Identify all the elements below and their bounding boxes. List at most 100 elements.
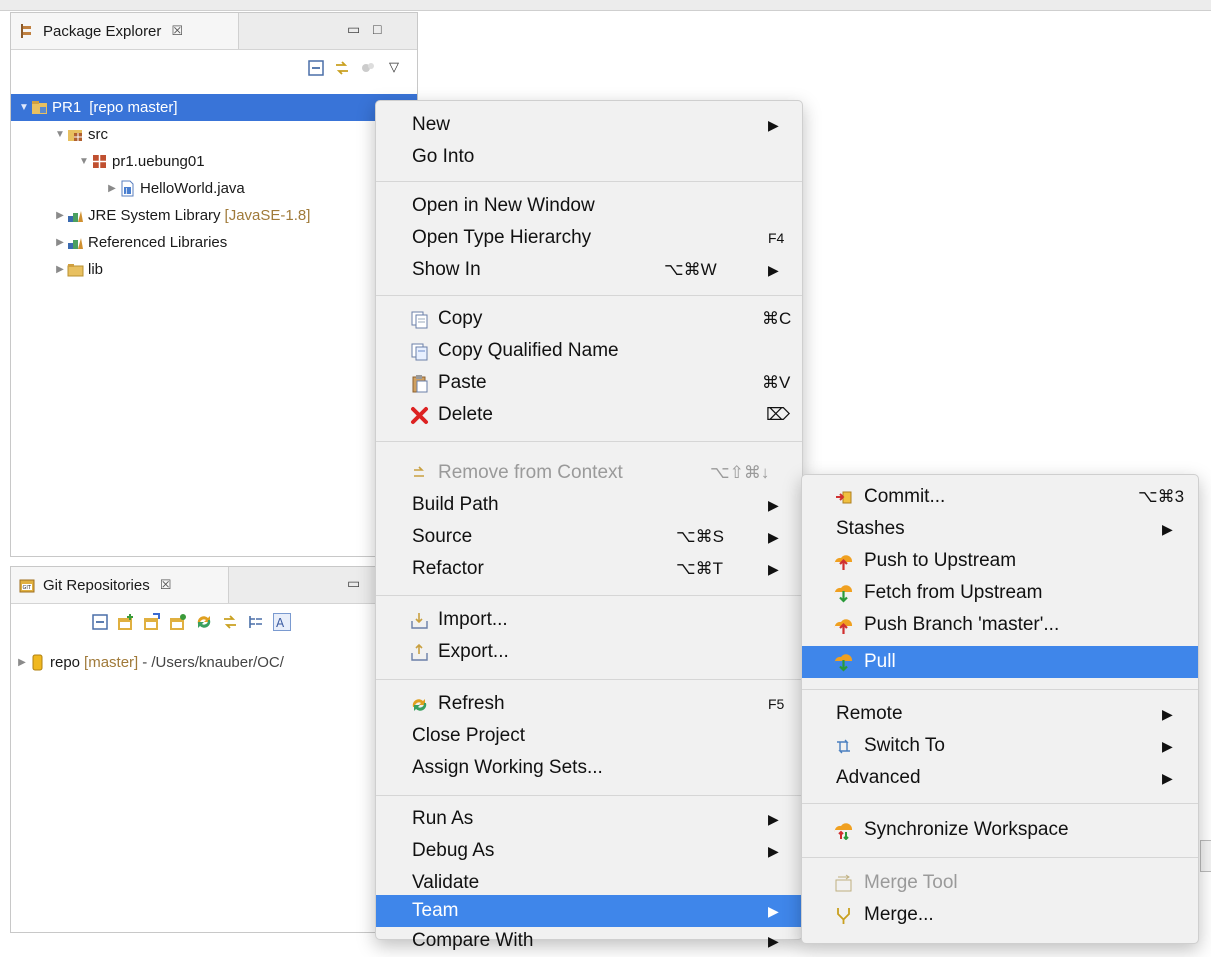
menu-separator — [376, 441, 802, 442]
clone-repository-icon[interactable] — [143, 613, 161, 631]
menu-item-refactor[interactable]: Refactor ⌥⌘T ▶ — [376, 553, 802, 585]
menu-item-merge-tool[interactable]: Merge Tool — [802, 867, 1198, 899]
tree-item-project[interactable]: ▼ PR1 [repo master] — [11, 94, 417, 121]
menu-item-debug-as[interactable]: Debug As ▶ — [376, 835, 802, 867]
menu-item-synchronize-workspace[interactable]: Synchronize Workspace — [802, 814, 1198, 846]
menu-item-pull[interactable]: Pull — [802, 646, 1198, 678]
menu-item-open-new-window[interactable]: Open in New Window — [376, 190, 802, 222]
collapsed-arrow-icon[interactable]: ▶ — [53, 237, 67, 248]
submenu-arrow-icon: ▶ — [1162, 520, 1173, 537]
folder-icon — [67, 264, 84, 277]
collapse-all-icon[interactable] — [307, 59, 325, 77]
svg-text:J: J — [125, 187, 128, 195]
menu-item-copy[interactable]: Copy ⌘C — [376, 303, 802, 335]
close-icon[interactable]: ☒ — [171, 23, 183, 39]
link-with-editor-icon[interactable] — [333, 59, 351, 77]
package-explorer-title: Package Explorer — [43, 22, 162, 40]
menu-item-refresh[interactable]: Refresh F5 — [376, 688, 802, 720]
menu-item-export[interactable]: Export... — [376, 636, 802, 668]
menu-item-paste[interactable]: Paste ⌘V — [376, 367, 802, 399]
submenu-arrow-icon: ▶ — [1162, 737, 1173, 754]
remove-context-icon — [414, 465, 424, 477]
menu-item-run-as[interactable]: Run As ▶ — [376, 803, 802, 835]
create-repository-icon[interactable] — [169, 613, 187, 631]
svg-text:A: A — [276, 616, 285, 630]
repo-label: repo — [50, 654, 81, 671]
submenu-arrow-icon: ▶ — [768, 932, 779, 949]
git-repositories-icon: GIT — [19, 579, 35, 593]
menu-item-commit[interactable]: Commit... ⌥⌘3 — [802, 481, 1198, 513]
menu-item-switch-to[interactable]: Switch To ▶ — [802, 730, 1198, 762]
copy-qualified-name-icon — [411, 343, 428, 360]
expanded-arrow-icon[interactable]: ▼ — [53, 129, 67, 140]
menu-item-team[interactable]: Team ▶ — [376, 895, 802, 927]
tree-item-helloworld[interactable]: ▶ J HelloWorld.java — [11, 175, 417, 202]
menu-item-build-path[interactable]: Build Path ▶ — [376, 489, 802, 521]
submenu-arrow-icon: ▶ — [768, 902, 779, 919]
library-icon — [68, 211, 83, 222]
tree-item-jre-library[interactable]: ▶ JRE System Library [JavaSE-1.8] — [11, 202, 417, 229]
menu-item-assign-working-sets[interactable]: Assign Working Sets... — [376, 752, 802, 784]
menu-item-push-to-upstream[interactable]: Push to Upstream — [802, 545, 1198, 577]
close-icon[interactable]: ☒ — [160, 577, 172, 593]
toggle-view-icon[interactable]: A — [273, 613, 291, 631]
jre-library-decoration: [JavaSE-1.8] — [224, 207, 311, 224]
repo-path: - /Users/knauber/OC/ — [142, 654, 284, 671]
menu-item-delete[interactable]: Delete ⌦ — [376, 399, 802, 431]
menu-item-push-branch[interactable]: Push Branch 'master'... — [802, 609, 1198, 641]
project-label: PR1 — [52, 99, 82, 116]
collapsed-arrow-icon[interactable]: ▶ — [105, 183, 119, 194]
referenced-libraries-label: Referenced Libraries — [88, 234, 228, 251]
menu-item-import[interactable]: Import... — [376, 604, 802, 636]
menu-item-merge[interactable]: Merge... — [802, 899, 1198, 931]
collapsed-arrow-icon[interactable]: ▶ — [15, 657, 29, 668]
tree-item-src[interactable]: ▼ src — [11, 121, 417, 148]
tab-git-repositories[interactable]: GIT Git Repositories ☒ — [11, 567, 229, 603]
source-folder-icon — [68, 130, 82, 141]
collapsed-arrow-icon[interactable]: ▶ — [53, 264, 67, 275]
tab-package-explorer[interactable]: Package Explorer ☒ — [11, 13, 239, 49]
delete-icon — [411, 406, 428, 424]
submenu-arrow-icon: ▶ — [1162, 705, 1173, 722]
tree-item-referenced-libraries[interactable]: ▶ Referenced Libraries — [11, 229, 417, 256]
minimize-icon[interactable]: ▭ — [347, 575, 360, 592]
menu-item-source[interactable]: Source ⌥⌘S ▶ — [376, 521, 802, 553]
collapsed-arrow-icon[interactable]: ▶ — [53, 210, 67, 221]
menu-item-close-project[interactable]: Close Project — [376, 720, 802, 752]
menu-item-advanced[interactable]: Advanced ▶ — [802, 762, 1198, 794]
expanded-arrow-icon[interactable]: ▼ — [17, 102, 31, 113]
maximize-icon[interactable]: □ — [373, 21, 381, 37]
refresh-icon[interactable] — [195, 613, 213, 631]
menu-separator — [376, 295, 802, 296]
team-submenu: Commit... ⌥⌘3 Stashes ▶ Push to Upstream… — [801, 474, 1199, 944]
submenu-arrow-icon: ▶ — [1162, 769, 1173, 786]
editor-edge — [1200, 840, 1211, 872]
menu-item-new[interactable]: New ▶ — [376, 109, 802, 141]
menu-item-compare-with[interactable]: Compare With ▶ — [376, 925, 802, 957]
package-label: pr1.uebung01 — [112, 153, 205, 170]
project-decoration: [repo master] — [89, 99, 178, 116]
menu-item-show-in[interactable]: Show In ⌥⌘W ▶ — [376, 254, 802, 286]
merge-tool-icon — [835, 874, 852, 891]
focus-task-icon[interactable] — [359, 59, 377, 77]
menu-item-copy-qualified-name[interactable]: Copy Qualified Name — [376, 335, 802, 367]
expanded-arrow-icon[interactable]: ▼ — [77, 156, 91, 167]
menu-item-fetch-from-upstream[interactable]: Fetch from Upstream — [802, 577, 1198, 609]
menu-item-remote[interactable]: Remote ▶ — [802, 698, 1198, 730]
minimize-icon[interactable]: ▭ — [347, 21, 360, 38]
tree-item-repo[interactable]: ▶ repo [master] - /Users/knauber/OC/ — [11, 649, 417, 676]
add-repository-icon[interactable] — [117, 613, 135, 631]
view-menu-icon[interactable]: ▽ — [385, 59, 403, 77]
submenu-arrow-icon: ▶ — [768, 810, 779, 827]
menu-separator — [376, 181, 802, 182]
menu-item-remove-from-context[interactable]: Remove from Context ⌥⇧⌘↓ — [376, 457, 802, 489]
menu-item-open-type-hierarchy[interactable]: Open Type Hierarchy F4 — [376, 222, 802, 254]
hierarchical-layout-icon[interactable] — [247, 613, 265, 631]
menu-separator — [802, 689, 1198, 690]
tree-item-package[interactable]: ▼ pr1.uebung01 — [11, 148, 417, 175]
tree-item-lib[interactable]: ▶ lib — [11, 256, 417, 283]
menu-item-stashes[interactable]: Stashes ▶ — [802, 513, 1198, 545]
collapse-all-icon[interactable] — [91, 613, 109, 631]
menu-item-go-into[interactable]: Go Into — [376, 141, 802, 173]
link-with-selection-icon[interactable] — [221, 613, 239, 631]
